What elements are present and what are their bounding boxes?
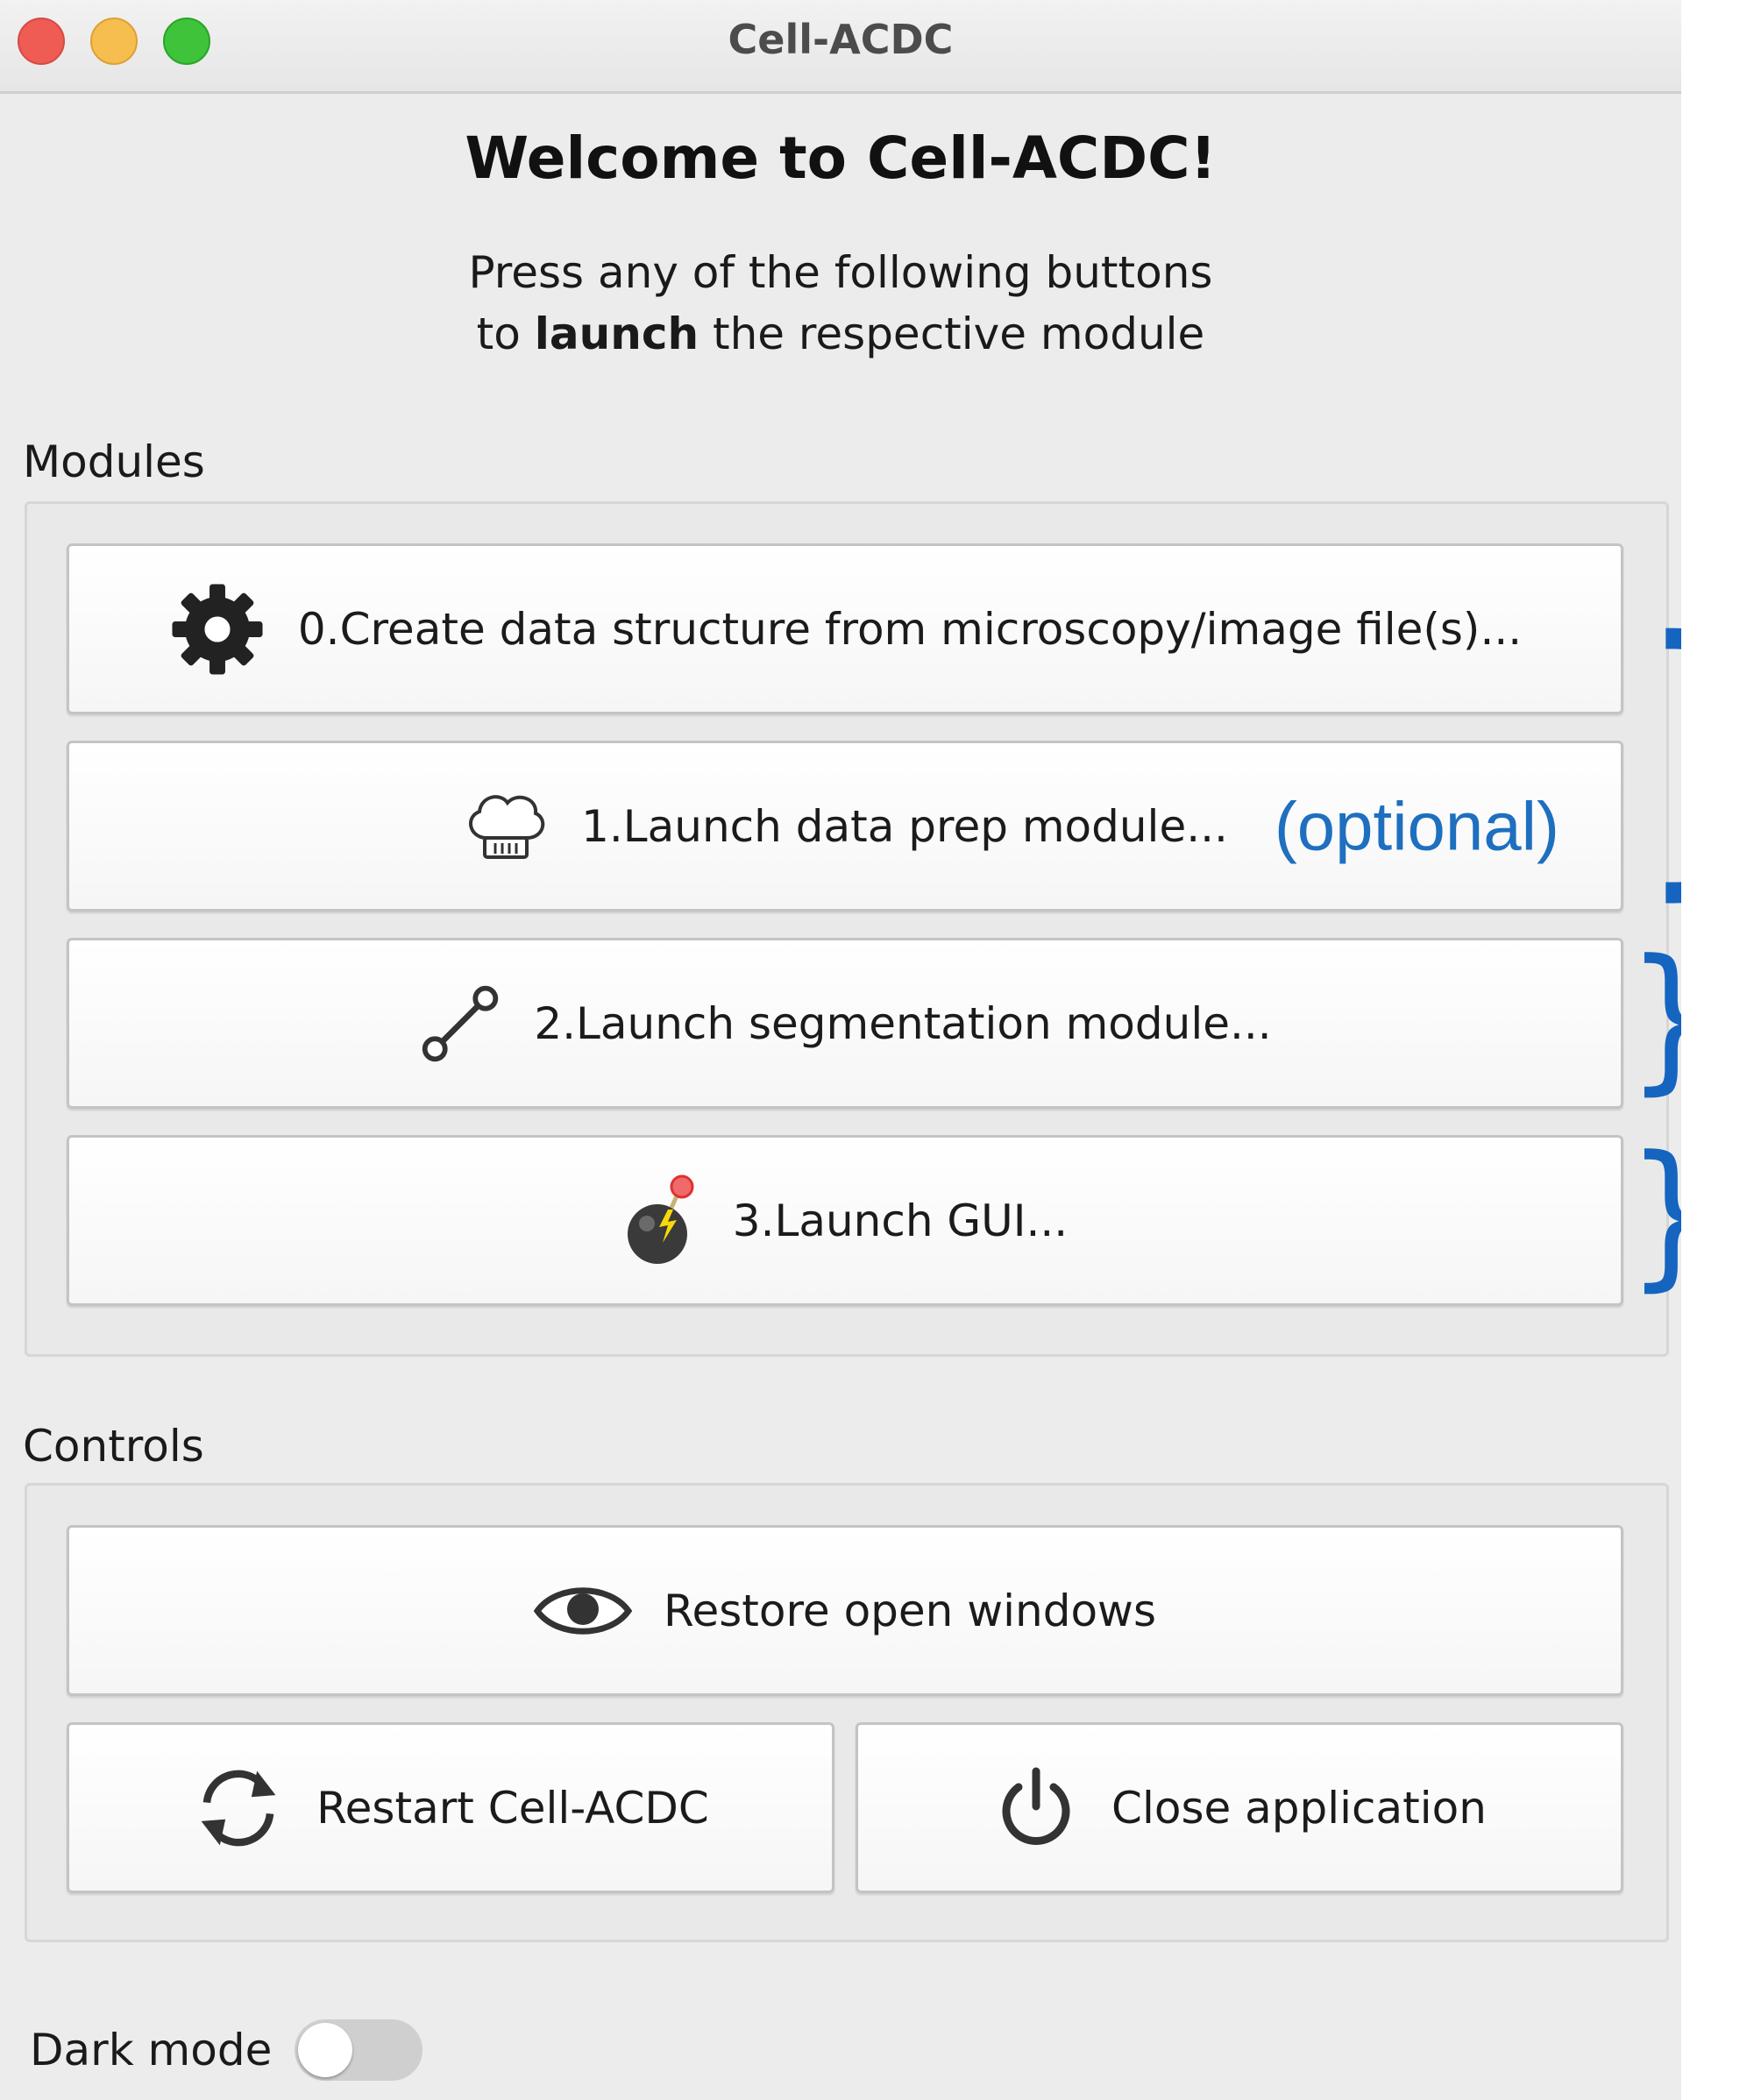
modules-section-label: Modules	[23, 436, 205, 487]
dark-mode-toggle[interactable]	[295, 2019, 422, 2081]
optional-annotation: (optional)	[1274, 787, 1559, 864]
window-title: Cell-ACDC	[728, 16, 954, 63]
launch-segmentation-button[interactable]: 2.Launch segmentation module...	[67, 938, 1623, 1109]
refresh-icon	[192, 1762, 285, 1855]
instruction-bold-word: launch	[534, 309, 699, 359]
dark-mode-label: Dark mode	[30, 2025, 273, 2075]
instruction-line-2: to launch the respective module	[476, 309, 1205, 359]
instruction-line-1: Press any of the following buttons	[468, 247, 1213, 298]
power-icon	[992, 1764, 1080, 1852]
controls-group: Restore open windows Restart Cell-ACDC C…	[25, 1483, 1669, 1942]
brace-a: }	[1634, 603, 1681, 901]
eye-icon	[533, 1580, 632, 1642]
gear-icon	[168, 580, 266, 678]
brace-b: }	[1627, 940, 1681, 1097]
segment-icon	[418, 982, 502, 1066]
controls-section-label: Controls	[23, 1421, 204, 1472]
bomb-icon	[622, 1173, 701, 1269]
close-application-label: Close application	[1111, 1782, 1487, 1834]
launch-data-prep-label: 1.Launch data prep module...	[581, 800, 1228, 852]
launch-segmentation-label: 2.Launch segmentation module...	[534, 997, 1272, 1049]
create-data-structure-label: 0.Create data structure from microscopy/…	[297, 603, 1523, 655]
restore-windows-label: Restore open windows	[663, 1585, 1157, 1636]
brace-h: }	[1627, 1136, 1681, 1294]
welcome-heading: Welcome to Cell-ACDC!	[465, 124, 1217, 192]
title-bar: Cell-ACDC	[0, 0, 1681, 94]
restart-label: Restart Cell-ACDC	[316, 1782, 709, 1834]
create-data-structure-button[interactable]: 0.Create data structure from microscopy/…	[67, 543, 1623, 714]
launch-gui-button[interactable]: 3.Launch GUI...	[67, 1135, 1623, 1306]
app-window: Cell-ACDC Welcome to Cell-ACDC! Press an…	[0, 0, 1681, 2100]
restore-windows-button[interactable]: Restore open windows	[67, 1525, 1623, 1696]
close-application-button[interactable]: Close application	[856, 1722, 1623, 1893]
restart-button[interactable]: Restart Cell-ACDC	[67, 1722, 834, 1893]
toggle-knob	[298, 2023, 352, 2077]
launch-data-prep-button[interactable]: 1.Launch data prep module... (optional)	[67, 741, 1623, 912]
launch-gui-label: 3.Launch GUI...	[732, 1195, 1069, 1246]
chef-hat-icon	[462, 787, 550, 866]
modules-group: 0.Create data structure from microscopy/…	[25, 501, 1669, 1357]
